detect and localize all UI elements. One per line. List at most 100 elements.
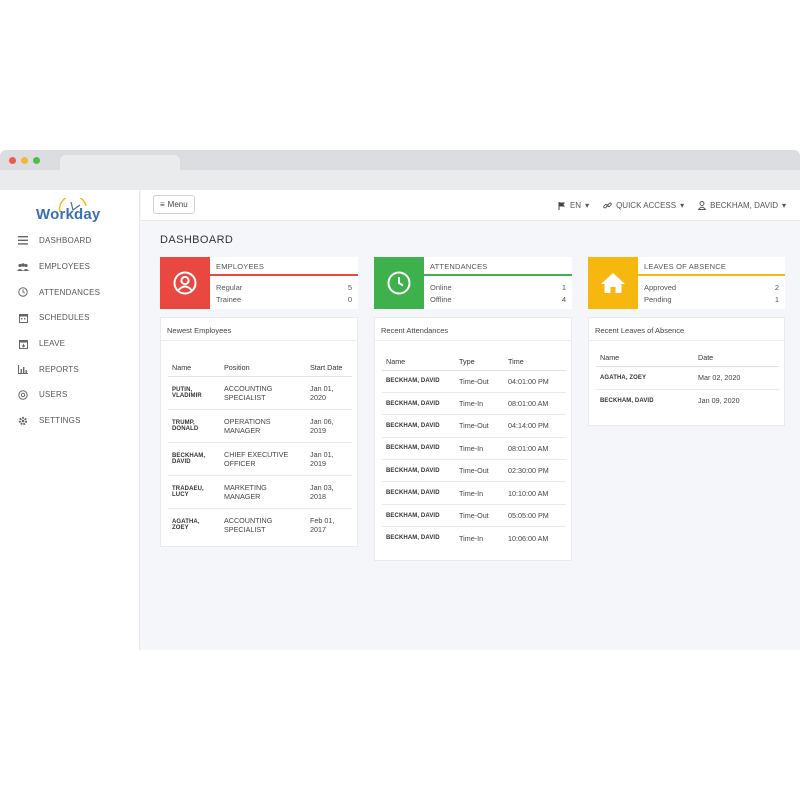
minimize-window-button[interactable]: [21, 157, 28, 164]
employee-name[interactable]: AGATHA, ZOEY: [168, 508, 220, 541]
stat-title: EMPLOYEES: [216, 262, 265, 271]
sidebar-item-schedules[interactable]: SCHEDULES: [0, 305, 140, 331]
stat-row-value: 1: [774, 295, 779, 304]
attendance-name[interactable]: BECKHAM, DAVID: [382, 392, 455, 416]
column-header-date: Date: [694, 350, 779, 367]
browser-tab[interactable]: [60, 155, 180, 171]
attendance-name[interactable]: BECKHAM, DAVID: [382, 370, 455, 393]
attendance-type: Time-In: [455, 437, 504, 461]
sidebar-item-employees[interactable]: EMPLOYEES: [0, 254, 140, 280]
stat-divider: [638, 274, 785, 276]
sidebar-item-label: EMPLOYEES: [39, 262, 91, 272]
close-window-button[interactable]: [9, 157, 16, 164]
maximize-window-button[interactable]: [33, 157, 40, 164]
attendance-time: 05:05:00 PM: [504, 504, 566, 528]
table-row[interactable]: BECKHAM, DAVID Jan 09, 2020: [596, 389, 779, 412]
calendar-leave-icon: [17, 338, 29, 350]
stat-title: LEAVES OF ABSENCE: [644, 262, 727, 271]
stat-row: Approved 2: [644, 283, 779, 292]
employee-name[interactable]: TRUMP, DONALD: [168, 409, 220, 443]
browser-window: Workday DASHBOARD EMPLOYEES ATTENDANCES …: [0, 150, 800, 650]
table-row[interactable]: BECKHAM, DAVID Time-Out 04:14:00 PM: [382, 414, 566, 438]
employee-position: MARKETING MANAGER: [220, 475, 306, 509]
language-dropdown[interactable]: EN ▾: [558, 201, 589, 210]
user-dropdown[interactable]: BECKHAM, DAVID ▾: [698, 201, 786, 210]
attendance-name[interactable]: BECKHAM, DAVID: [382, 504, 455, 528]
panel-title: Newest Employees: [167, 326, 232, 335]
sidebar-item-label: SETTINGS: [39, 416, 81, 426]
sidebar-item-attendances[interactable]: ATTENDANCES: [0, 279, 140, 305]
user-icon: [698, 201, 707, 210]
users-icon: [17, 261, 29, 273]
table-row[interactable]: BECKHAM, DAVID Time-In 10:06:00 AM: [382, 527, 566, 549]
attendance-name[interactable]: BECKHAM, DAVID: [382, 481, 455, 505]
stat-row: Online 1: [430, 283, 566, 292]
sidebar-item-label: DASHBOARD: [39, 236, 92, 246]
stat-row-value: 5: [347, 283, 352, 292]
quick-access-dropdown[interactable]: QUICK ACCESS ▾: [603, 201, 684, 210]
sidebar-item-label: ATTENDANCES: [39, 287, 101, 297]
attendance-name[interactable]: BECKHAM, DAVID: [382, 459, 455, 483]
attendances-stat-card[interactable]: ATTENDANCES Online 1 Offline 4: [374, 257, 572, 309]
table-row[interactable]: PUTIN, VLADIMIR ACCOUNTING SPECIALIST Ja…: [168, 376, 352, 410]
sidebar-item-label: REPORTS: [39, 364, 79, 374]
table-row[interactable]: BECKHAM, DAVID Time-Out 04:01:00 PM: [382, 370, 566, 393]
calendar-icon: [17, 312, 29, 324]
leave-name[interactable]: AGATHA, ZOEY: [596, 366, 694, 390]
table-row[interactable]: TRUMP, DONALD OPERATIONS MANAGER Jan 06,…: [168, 409, 352, 443]
leaves-stat-card[interactable]: LEAVES OF ABSENCE Approved 2 Pending 1: [588, 257, 785, 309]
table-row[interactable]: BECKHAM, DAVID Time-Out 02:30:00 PM: [382, 459, 566, 483]
table-row[interactable]: AGATHA, ZOEY Mar 02, 2020: [596, 366, 779, 390]
sidebar-nav: DASHBOARD EMPLOYEES ATTENDANCES SCHEDULE…: [0, 228, 140, 434]
column-header-type: Type: [455, 350, 504, 371]
at-icon: [17, 389, 29, 401]
column-header-name: Name: [382, 350, 455, 371]
stat-row-label: Offline: [430, 295, 452, 304]
attendance-time: 04:01:00 PM: [504, 370, 566, 393]
leave-name[interactable]: BECKHAM, DAVID: [596, 389, 694, 412]
topbar: ≡ Menu EN ▾ QUICK ACCESS ▾ BECKHAM, DAVI…: [141, 190, 800, 221]
workday-logo[interactable]: Workday: [36, 198, 106, 224]
table-row[interactable]: BECKHAM, DAVID Time-In 08:01:00 AM: [382, 437, 566, 461]
flag-icon: [558, 201, 565, 210]
recent-attendances-table: Name Type Time BECKHAM, DAVID Time-Out 04:…: [382, 350, 566, 549]
employee-start-date: Feb 01, 2017: [310, 515, 335, 534]
user-circle-icon: [173, 271, 197, 295]
menu-button[interactable]: ≡ Menu: [153, 195, 195, 214]
attendance-type: Time-Out: [455, 459, 504, 483]
sidebar-item-dashboard[interactable]: DASHBOARD: [0, 228, 140, 254]
table-header-row: Name Date: [596, 350, 779, 367]
attendance-type: Time-In: [455, 481, 504, 505]
gear-icon: [17, 415, 29, 427]
employees-stat-card[interactable]: EMPLOYEES Regular 5 Trainee 0: [160, 257, 358, 309]
stat-divider: [210, 274, 358, 276]
sidebar-item-reports[interactable]: REPORTS: [0, 356, 140, 382]
table-row[interactable]: BECKHAM, DAVID Time-Out 05:05:00 PM: [382, 504, 566, 528]
column-header-name: Name: [596, 350, 694, 367]
table-row[interactable]: BECKHAM, DAVID Time-In 08:01:00 AM: [382, 392, 566, 416]
employee-start-date: Jan 01, 2019: [306, 442, 352, 476]
table-row[interactable]: BECKHAM, DAVID CHIEF EXECUTIVE OFFICER J…: [168, 442, 352, 476]
employee-name[interactable]: BECKHAM, DAVID: [168, 442, 220, 476]
table-row[interactable]: BECKHAM, DAVID Time-In 10:10:00 AM: [382, 481, 566, 505]
sidebar-item-settings[interactable]: SETTINGS: [0, 408, 140, 434]
sidebar-item-users[interactable]: USERS: [0, 382, 140, 408]
table-row[interactable]: AGATHA, ZOEY ACCOUNTING SPECIALIST Feb 0…: [168, 508, 352, 541]
attendance-name[interactable]: BECKHAM, DAVID: [382, 527, 455, 549]
attendance-time: 02:30:00 PM: [504, 459, 566, 483]
attendance-type: Time-Out: [455, 370, 504, 393]
column-header-time: Time: [504, 350, 566, 371]
attendance-time: 10:06:00 AM: [508, 533, 549, 543]
employee-name[interactable]: PUTIN, VLADIMIR: [168, 376, 220, 410]
app: Workday DASHBOARD EMPLOYEES ATTENDANCES …: [0, 190, 800, 650]
stat-row: Trainee 0: [216, 295, 352, 304]
attendance-name[interactable]: BECKHAM, DAVID: [382, 414, 455, 438]
table-row[interactable]: TRADAEU, LUCY MARKETING MANAGER Jan 03, …: [168, 475, 352, 509]
clock-icon: [17, 286, 29, 298]
sidebar-item-leave[interactable]: LEAVE: [0, 331, 140, 357]
stat-row-value: 0: [347, 295, 352, 304]
employee-name[interactable]: TRADAEU, LUCY: [168, 475, 220, 509]
newest-employees-table: Name Position Start Date PUTIN, VLADIMIR…: [168, 350, 352, 541]
attendance-time: 10:10:00 AM: [504, 481, 566, 505]
attendance-name[interactable]: BECKHAM, DAVID: [382, 437, 455, 461]
